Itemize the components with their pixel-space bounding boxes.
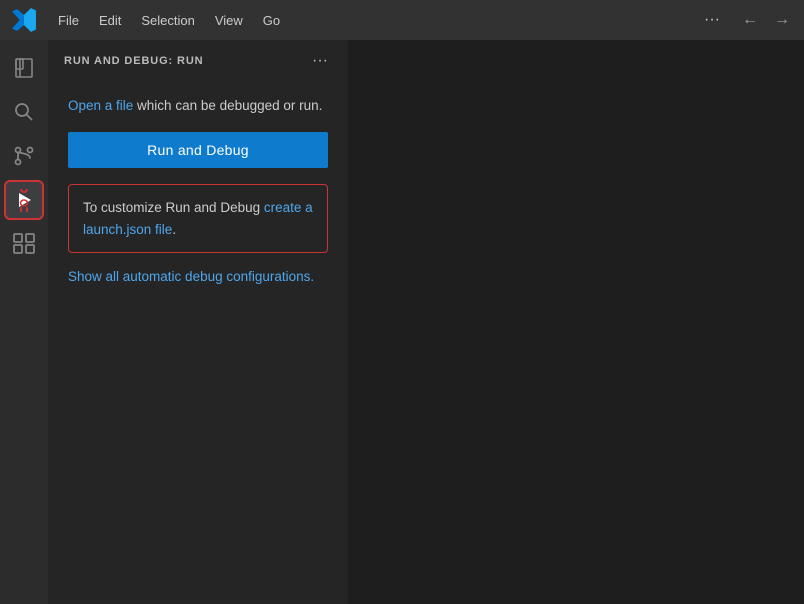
open-file-description: Open a file which can be debugged or run…	[68, 96, 328, 116]
menu-edit[interactable]: Edit	[89, 9, 131, 32]
menu-view[interactable]: View	[205, 9, 253, 32]
vscode-logo-icon	[8, 4, 40, 36]
back-button[interactable]: ←	[736, 7, 764, 33]
sidebar-content: Open a file which can be debugged or run…	[48, 80, 348, 300]
source-control-icon[interactable]	[4, 136, 44, 176]
sidebar-header: RUN AND DEBUG: RUN ···	[48, 40, 348, 80]
menu-file[interactable]: File	[48, 9, 89, 32]
show-configs-link[interactable]: Show all automatic debug configurations.	[68, 269, 328, 284]
open-file-link[interactable]: Open a file	[68, 98, 133, 113]
menu-selection[interactable]: Selection	[131, 9, 204, 32]
main-area: RUN AND DEBUG: RUN ··· Open a file which…	[0, 40, 804, 604]
extensions-icon[interactable]	[4, 224, 44, 264]
explorer-icon[interactable]	[4, 48, 44, 88]
run-debug-icon[interactable]	[4, 180, 44, 220]
menu-go[interactable]: Go	[253, 9, 290, 32]
nav-arrows: ← →	[736, 7, 796, 33]
forward-button[interactable]: →	[768, 7, 796, 33]
run-and-debug-button[interactable]: Run and Debug	[68, 132, 328, 168]
sidebar-more-button[interactable]: ···	[308, 50, 332, 72]
customize-box: To customize Run and Debug create a laun…	[68, 184, 328, 253]
customize-suffix: .	[172, 222, 176, 237]
activity-bar	[0, 40, 48, 604]
search-icon[interactable]	[4, 92, 44, 132]
sidebar-panel: RUN AND DEBUG: RUN ··· Open a file which…	[48, 40, 348, 604]
sidebar-title: RUN AND DEBUG: RUN	[64, 55, 203, 67]
menubar: File Edit Selection View Go ··· ← →	[0, 0, 804, 40]
customize-prefix: To customize Run and Debug	[83, 200, 264, 215]
menu-ellipsis[interactable]: ···	[696, 7, 728, 33]
open-file-suffix: which can be debugged or run.	[133, 98, 322, 113]
customize-text: To customize Run and Debug create a laun…	[83, 200, 313, 237]
